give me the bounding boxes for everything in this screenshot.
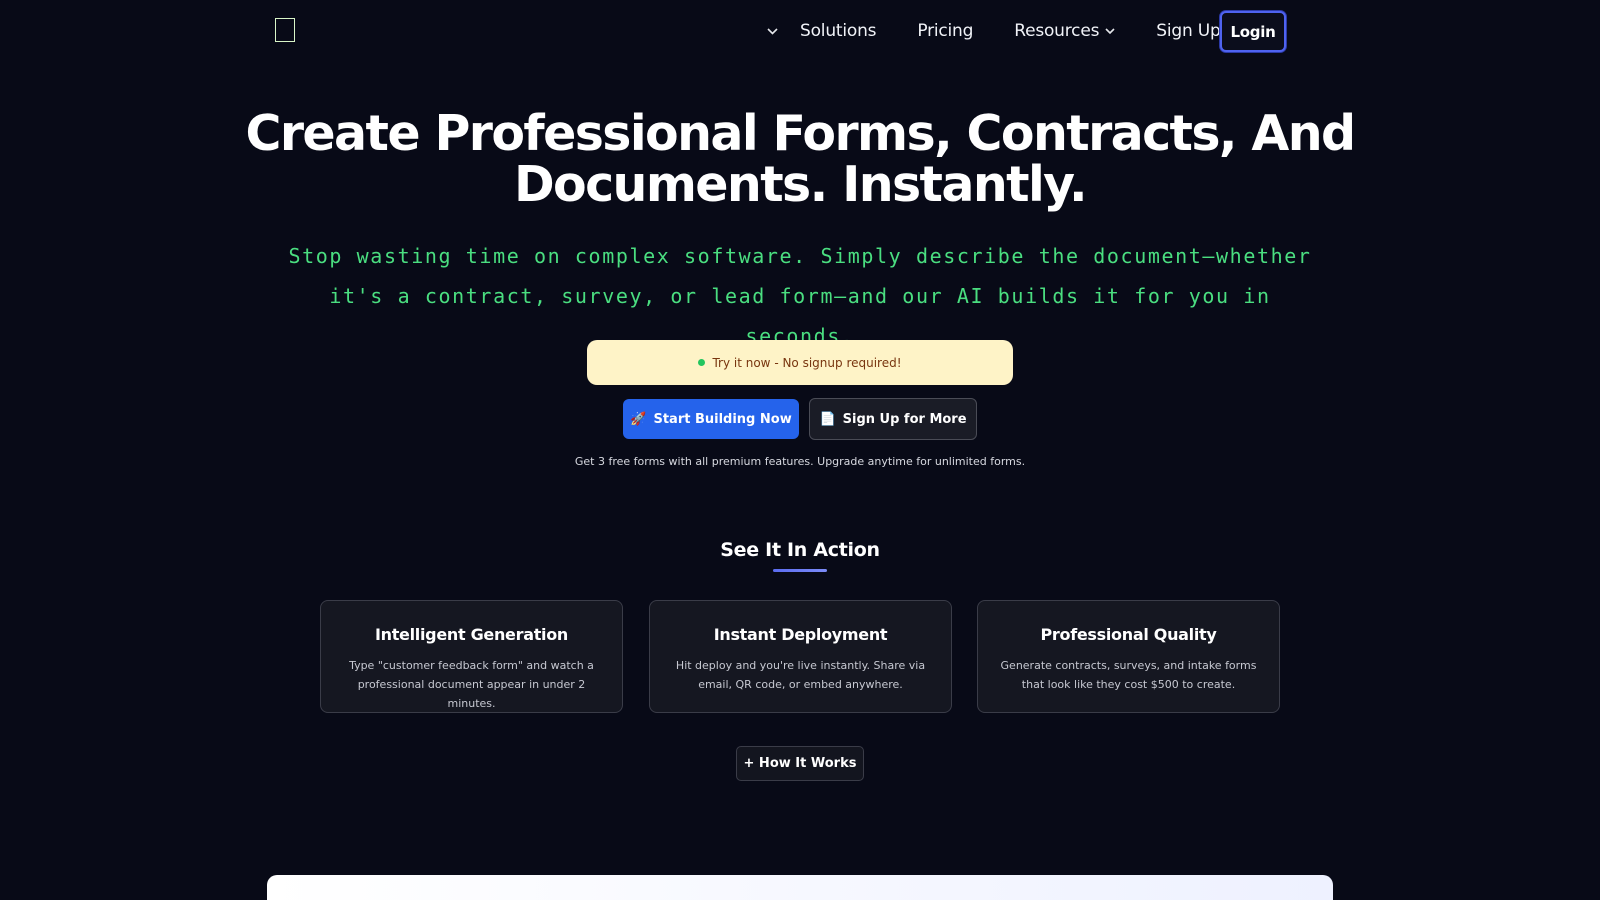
- try-now-badge: Try it now - No signup required!: [587, 340, 1013, 385]
- nav-link-sign-up[interactable]: Sign Up: [1156, 21, 1221, 41]
- feature-card-title: Professional Quality: [1040, 625, 1217, 644]
- nav-link-label: Pricing: [917, 21, 974, 41]
- hero-subtitle: Stop wasting time on complex software. S…: [288, 244, 1312, 348]
- nav-link-label: Sign Up: [1156, 21, 1221, 41]
- nav-link-resources[interactable]: Resources: [1014, 21, 1115, 41]
- feature-card-professional-quality: Professional Quality Generate contracts,…: [977, 600, 1280, 713]
- feature-card-text: Generate contracts, surveys, and intake …: [1000, 659, 1257, 691]
- section-title: See It In Action: [720, 539, 880, 561]
- nav-link-label: Resources: [1014, 21, 1100, 41]
- top-navigation: Solutions Pricing Resources Sign Up Logi…: [0, 0, 1600, 64]
- feature-card-title: Instant Deployment: [713, 625, 888, 644]
- rocket-icon: 🚀: [630, 411, 647, 427]
- start-building-button[interactable]: 🚀 Start Building Now: [623, 399, 799, 439]
- bottom-panel: [267, 875, 1333, 900]
- sign-up-for-more-label: Sign Up for More: [842, 411, 967, 427]
- logo[interactable]: [275, 18, 295, 42]
- start-building-label: Start Building Now: [653, 411, 792, 427]
- feature-card-instant-deployment: Instant Deployment Hit deploy and you're…: [649, 600, 952, 713]
- feature-card-intelligent-generation: Intelligent Generation Type "customer fe…: [320, 600, 623, 713]
- login-button[interactable]: Login: [1220, 11, 1286, 52]
- how-it-works-button[interactable]: + How It Works: [736, 746, 864, 781]
- sign-up-for-more-button[interactable]: 📄 Sign Up for More: [809, 398, 977, 440]
- nav-link-label: Solutions: [800, 21, 877, 41]
- feature-card-text: Hit deploy and you're live instantly. Sh…: [675, 659, 926, 691]
- try-now-label: Try it now - No signup required!: [712, 355, 902, 370]
- nav-link-pricing[interactable]: Pricing: [917, 21, 973, 41]
- feature-card-title: Intelligent Generation: [374, 625, 569, 644]
- nav-links: Solutions Pricing Resources Sign Up: [760, 10, 1262, 52]
- hero-title: Create Professional Forms, Contracts, An…: [0, 108, 1600, 210]
- nav-link-solutions[interactable]: Solutions: [800, 21, 877, 41]
- hero-title-line-2: Documents. Instantly.: [513, 156, 1088, 213]
- hero-title-line-1: Create Professional Forms, Contracts, An…: [245, 105, 1357, 162]
- document-icon: 📄: [819, 411, 836, 427]
- section-title-underline: [773, 569, 827, 572]
- free-forms-note: Get 3 free forms with all premium featur…: [574, 455, 1026, 468]
- chevron-down-icon[interactable]: [760, 21, 784, 41]
- feature-card-text: Type "customer feedback form" and watch …: [349, 659, 594, 710]
- chevron-down-icon: [1105, 27, 1115, 35]
- status-dot-icon: [698, 359, 706, 366]
